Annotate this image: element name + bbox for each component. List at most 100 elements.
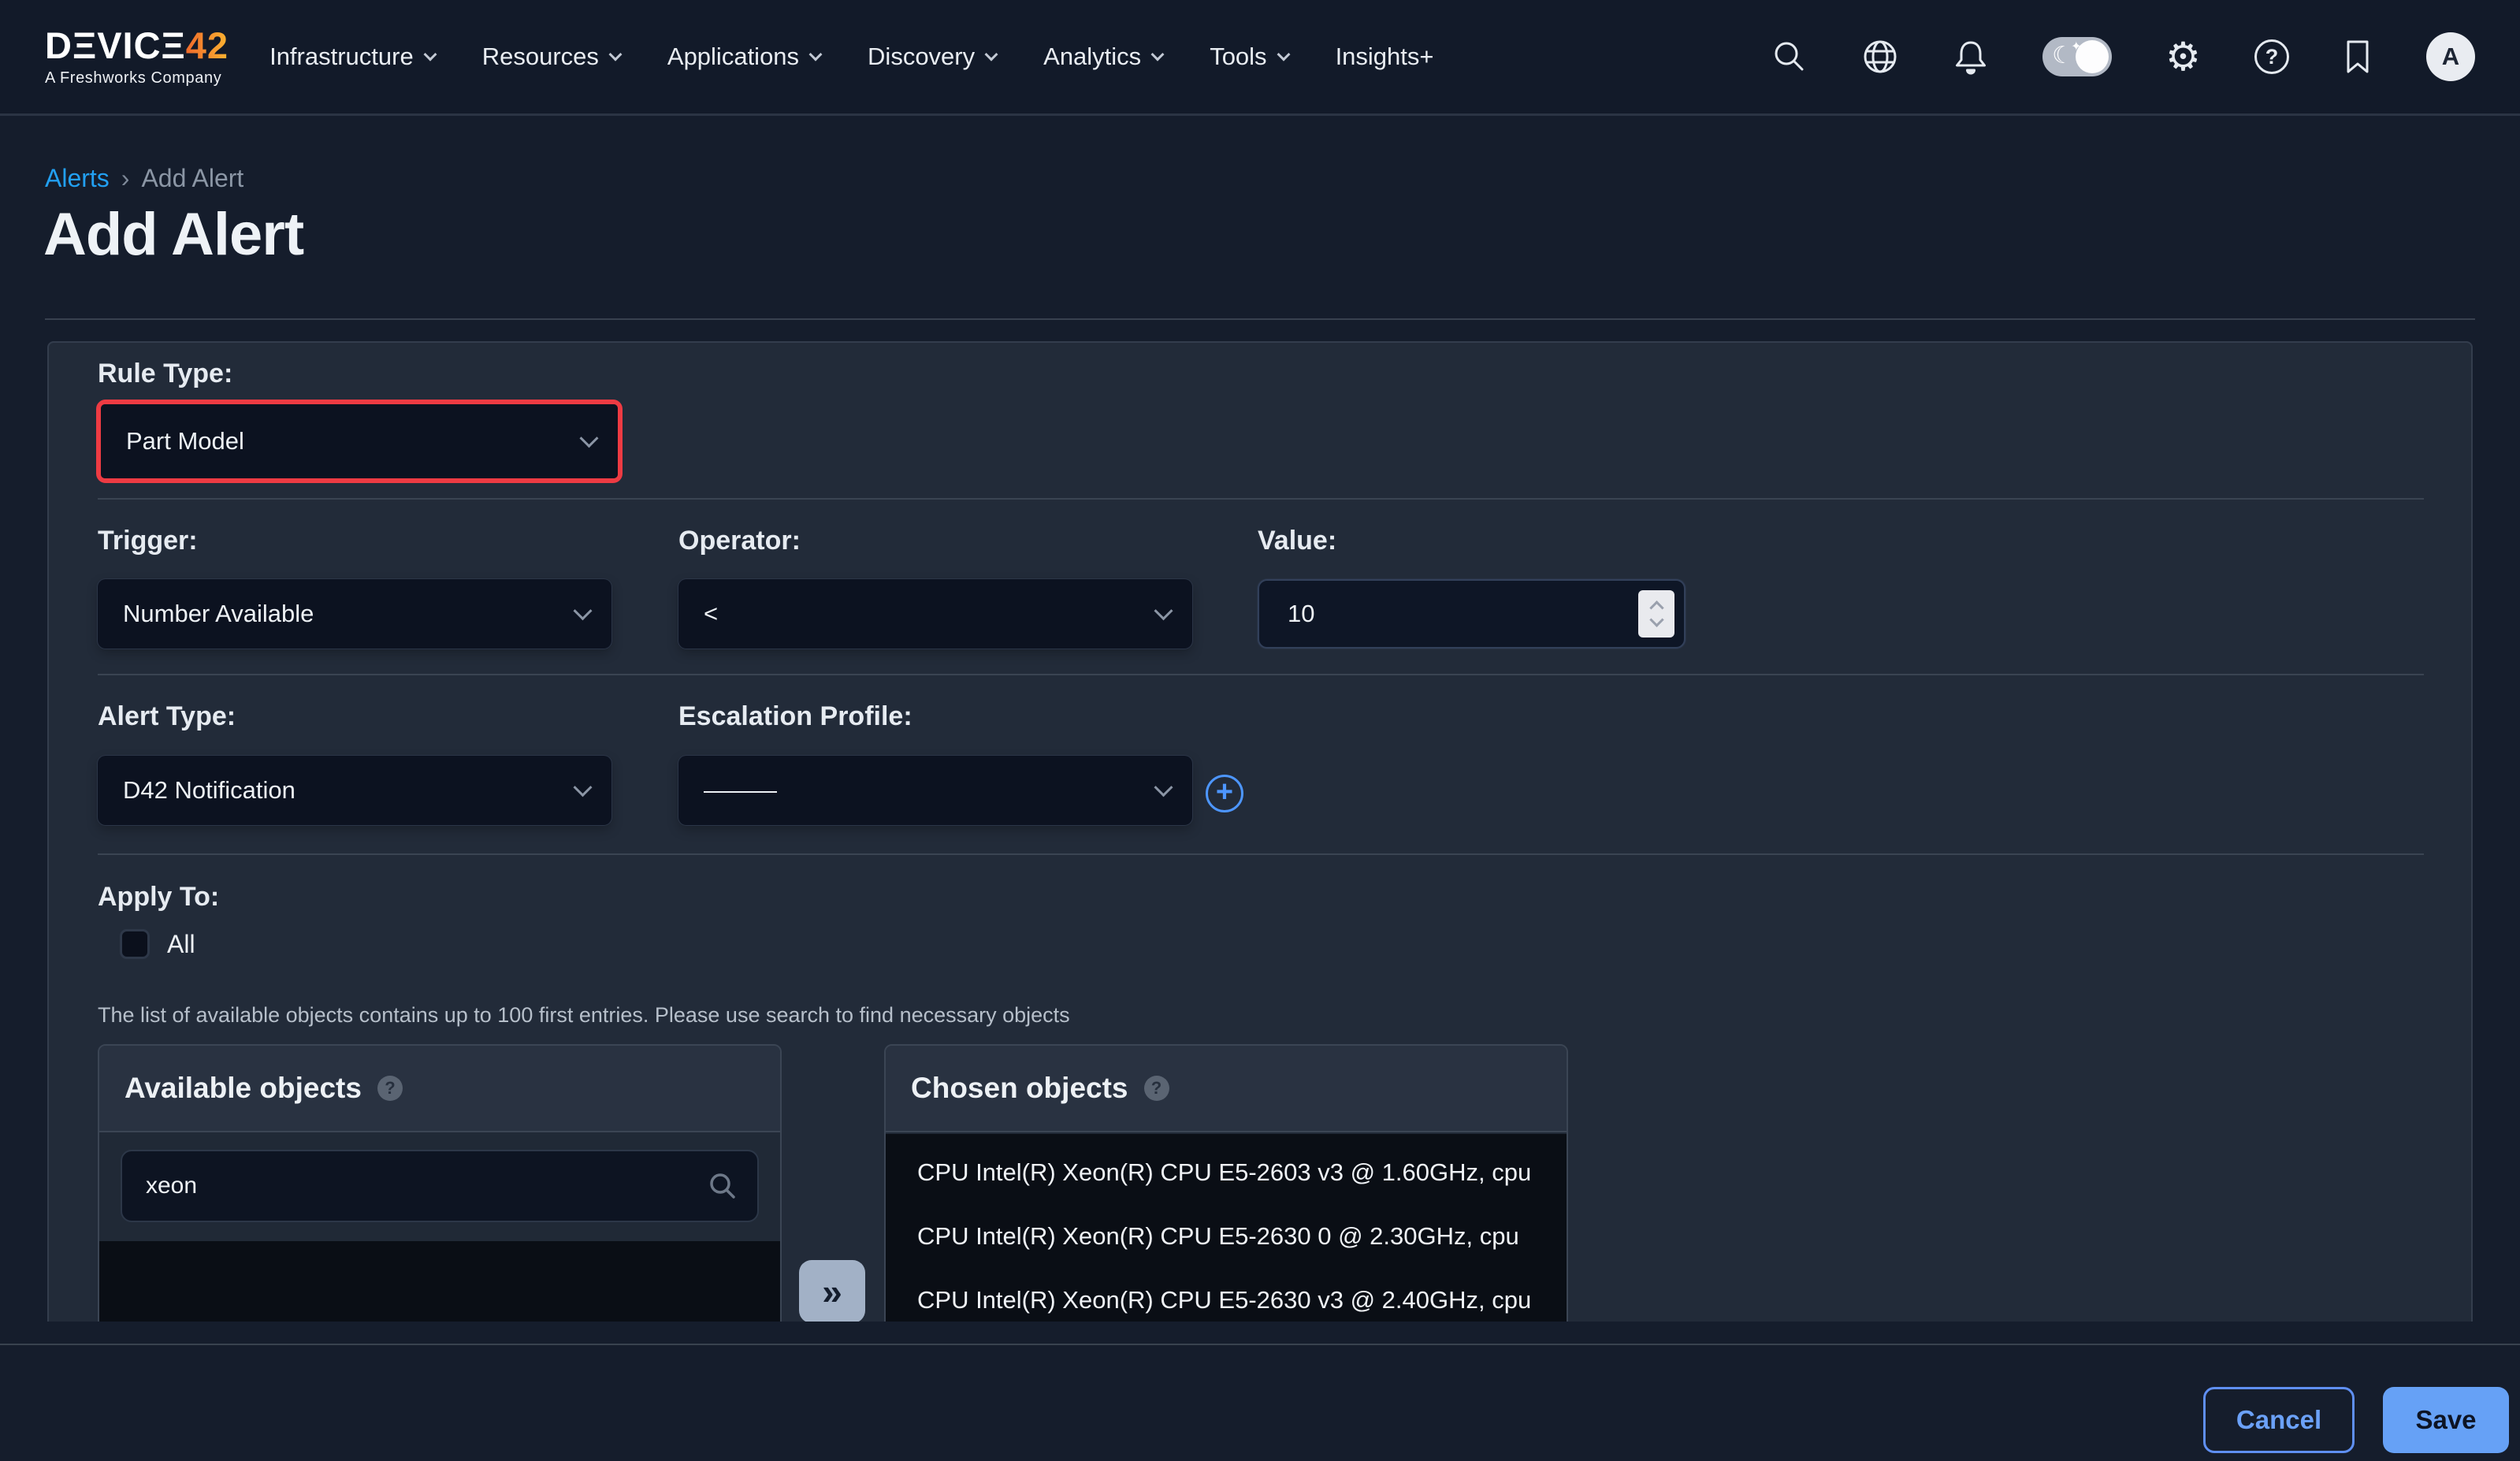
trigger-label: Trigger: [98, 526, 198, 556]
menu-infrastructure[interactable]: Infrastructure [269, 43, 435, 71]
available-objects-header: Available objects ? [99, 1046, 780, 1132]
chevron-down-icon [809, 48, 823, 61]
help-icon[interactable]: ? [377, 1076, 403, 1101]
chosen-objects-header: Chosen objects ? [886, 1046, 1567, 1132]
top-navbar: DΞVICΞ42 A Freshworks Company Infrastruc… [0, 0, 2520, 116]
rule-type-select[interactable]: Part Model [101, 404, 618, 478]
trigger-value: Number Available [123, 600, 314, 628]
add-alert-form-card: Rule Type: Part Model Trigger: Operator:… [47, 341, 2473, 1322]
all-checkbox[interactable] [120, 929, 150, 959]
brand-42-text: 42 [186, 24, 229, 66]
brand-tagline: A Freshworks Company [45, 69, 229, 87]
help-icon[interactable]: ? [2254, 39, 2289, 74]
objects-note-text: The list of available objects contains u… [98, 1003, 1070, 1028]
list-item[interactable]: CPU Intel(R) Xeon(R) CPU E5-2630 v3 @ 2.… [886, 1268, 1567, 1322]
list-item[interactable]: CPU Intel(R) Xeon(R) CPU E5-2630 0 @ 2.3… [886, 1204, 1567, 1268]
available-objects-title: Available objects [125, 1072, 362, 1105]
globe-icon[interactable] [1861, 38, 1899, 76]
chevron-down-icon [1154, 601, 1173, 620]
menu-applications[interactable]: Applications [667, 43, 820, 71]
navbar-actions: ☾ ✦ ⚙ ? A [1771, 32, 2475, 81]
chevron-down-icon [1151, 48, 1165, 61]
all-checkbox-label: All [167, 930, 195, 959]
add-escalation-profile-button[interactable]: + [1206, 775, 1243, 812]
brand-wordmark: DΞVICΞ42 [45, 27, 229, 64]
chevron-down-icon [1277, 48, 1290, 61]
chevron-down-icon [573, 601, 592, 620]
menu-label: Applications [667, 43, 799, 71]
escalation-profile-label: Escalation Profile: [678, 701, 912, 732]
device42-logo[interactable]: DΞVICΞ42 A Freshworks Company [45, 27, 229, 87]
help-icon[interactable]: ? [1144, 1076, 1169, 1101]
menu-tools[interactable]: Tools [1210, 43, 1288, 71]
chevron-down-icon [423, 48, 437, 61]
list-item[interactable]: CPU Intel(R) Xeon(R) CPU E5-2603 v3 @ 1.… [886, 1140, 1567, 1204]
plus-icon: + [1216, 777, 1233, 807]
chosen-objects-panel: Chosen objects ? CPU Intel(R) Xeon(R) CP… [884, 1044, 1568, 1322]
toggle-knob [2076, 40, 2109, 73]
breadcrumb-alerts-link[interactable]: Alerts [45, 164, 110, 193]
chevron-down-icon [985, 48, 998, 61]
menu-label: Discovery [868, 43, 975, 71]
dark-mode-toggle[interactable]: ☾ ✦ [2042, 37, 2112, 76]
menu-label: Tools [1210, 43, 1266, 71]
menu-label: Insights+ [1336, 43, 1434, 71]
page-title: Add Alert [43, 200, 303, 269]
operator-value: < [704, 600, 718, 628]
number-stepper[interactable] [1638, 590, 1674, 638]
available-search-input[interactable] [122, 1173, 707, 1199]
chevron-down-icon [573, 778, 592, 797]
value-input-box [1258, 579, 1686, 649]
moon-icon: ☾ [2052, 42, 2073, 69]
available-search-section [99, 1132, 780, 1241]
operator-label: Operator: [678, 526, 801, 556]
operator-select[interactable]: < [678, 579, 1192, 649]
search-icon[interactable] [707, 1170, 738, 1202]
save-button[interactable]: Save [2383, 1387, 2509, 1453]
available-objects-panel: Available objects ? [98, 1044, 782, 1322]
menu-discovery[interactable]: Discovery [868, 43, 996, 71]
bookmark-icon[interactable] [2343, 38, 2373, 76]
rule-type-value: Part Model [126, 427, 244, 455]
section-divider [98, 498, 2424, 500]
rule-type-label: Rule Type: [98, 359, 232, 389]
value-input[interactable] [1259, 600, 1574, 628]
apply-to-label: Apply To: [98, 882, 219, 913]
menu-resources[interactable]: Resources [482, 43, 620, 71]
main-menu: Infrastructure Resources Applications Di… [269, 43, 1433, 71]
escalation-profile-select[interactable]: ——— [678, 756, 1192, 825]
user-avatar[interactable]: A [2426, 32, 2475, 81]
menu-insights-plus[interactable]: Insights+ [1336, 43, 1434, 71]
chevron-down-icon [1154, 778, 1173, 797]
footer-divider [0, 1344, 2520, 1345]
section-divider [98, 853, 2424, 855]
notifications-bell-icon[interactable] [1953, 38, 1989, 76]
menu-label: Analytics [1043, 43, 1141, 71]
title-divider [45, 318, 2475, 320]
chosen-objects-list: CPU Intel(R) Xeon(R) CPU E5-2603 v3 @ 1.… [886, 1134, 1567, 1322]
section-divider [98, 674, 2424, 675]
search-icon[interactable] [1771, 39, 1808, 75]
alert-type-label: Alert Type: [98, 701, 236, 732]
stepper-down-icon[interactable] [1649, 612, 1663, 626]
available-objects-list[interactable] [99, 1241, 780, 1322]
value-label: Value: [1258, 526, 1336, 556]
alert-type-select[interactable]: D42 Notification [98, 756, 611, 825]
breadcrumb-separator: › [121, 164, 130, 193]
cancel-button[interactable]: Cancel [2203, 1387, 2355, 1453]
chevron-down-icon [608, 48, 622, 61]
move-to-chosen-button[interactable]: » [799, 1260, 865, 1322]
settings-gear-icon[interactable]: ⚙ [2165, 37, 2201, 76]
breadcrumb-current: Add Alert [141, 164, 243, 193]
menu-label: Infrastructure [269, 43, 414, 71]
trigger-select[interactable]: Number Available [98, 579, 611, 649]
menu-label: Resources [482, 43, 599, 71]
available-search-box [121, 1150, 759, 1222]
escalation-profile-value: ——— [704, 776, 777, 805]
chevron-down-icon [579, 429, 598, 448]
breadcrumb: Alerts › Add Alert [45, 164, 243, 193]
chosen-objects-title: Chosen objects [911, 1072, 1128, 1105]
menu-analytics[interactable]: Analytics [1043, 43, 1162, 71]
question-mark-glyph: ? [2254, 39, 2289, 74]
brand-device-text: DΞVICΞ [45, 24, 186, 66]
